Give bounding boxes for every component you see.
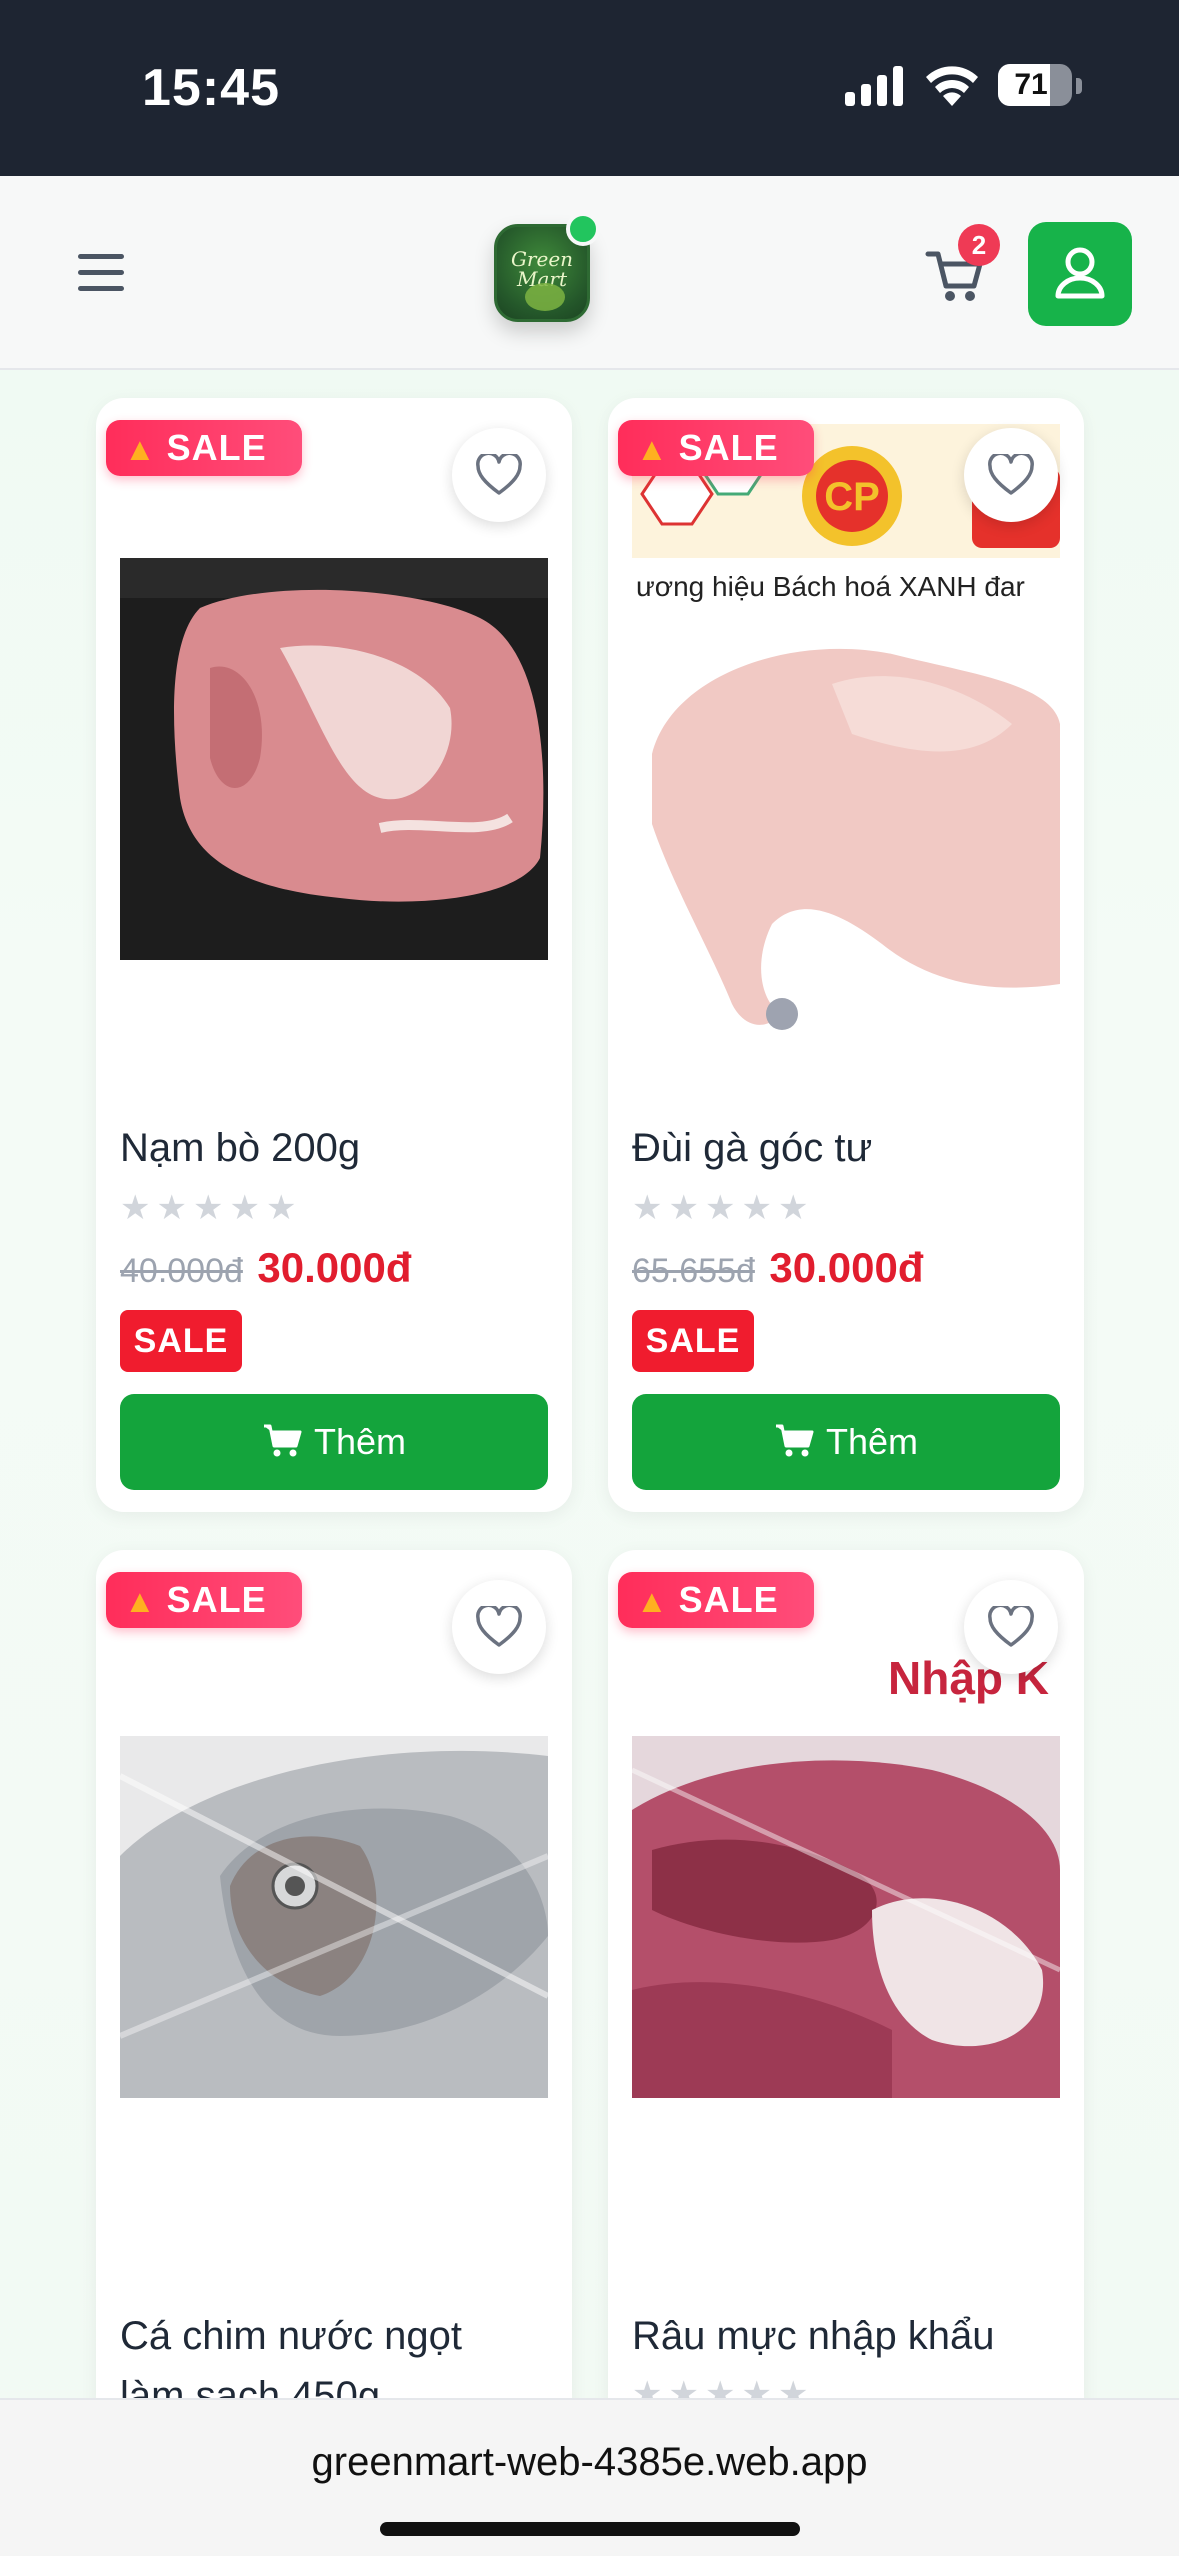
app-header: Green Mart [0,176,1179,370]
sale-tag: ▲ SALE [106,1572,302,1628]
squid-image: Nhập K [632,1652,1060,2098]
old-price: 65.655đ [632,1252,755,1290]
old-price: 40.000đ [120,1252,243,1290]
image-banner-text: ương hiệu Bách hoá XANH đar [636,571,1025,602]
browser-url-bar[interactable]: greenmart-web-4385e.web.app [0,2398,1179,2556]
product-name[interactable]: Nạm bò 200g [120,1118,560,1178]
beef-image [120,558,548,960]
star-icon: ★ [156,1189,187,1227]
star-icon: ★ [777,1189,809,1227]
cart-add-icon [263,1424,302,1457]
price-row: 65.655đ 30.000đ [632,1244,923,1294]
wifi-icon [926,66,978,106]
sale-chip: SALE [632,1310,754,1372]
rating-stars: ★ ★ ★ ★ ★ [120,1190,302,1226]
sale-price: 30.000đ [257,1244,412,1291]
online-indicator [566,212,600,246]
rating-stars: ★ ★ ★ ★ ★ [632,1190,814,1226]
heart-icon [988,1606,1034,1647]
cp-logo: CP [824,475,880,519]
sale-price: 30.000đ [769,1244,924,1291]
sale-tag: ▲ SALE [618,1572,814,1628]
fire-icon: ▲ [636,1583,669,1619]
cart-add-icon [775,1424,814,1457]
status-time: 15:45 [142,59,280,117]
leaf-icon [525,283,565,311]
logo-text-green: Green [510,247,574,271]
favorite-button[interactable] [964,1580,1058,1674]
product-image[interactable] [120,558,548,960]
home-indicator[interactable] [380,2522,800,2536]
price-row: 40.000đ 30.000đ [120,1244,411,1294]
add-to-cart-button[interactable]: Thêm [120,1394,548,1490]
product-name[interactable]: Râu mực nhập khẩu [632,2306,1072,2366]
menu-icon [78,254,124,259]
menu-button[interactable] [70,240,134,304]
url-text[interactable]: greenmart-web-4385e.web.app [0,2440,1179,2485]
battery-cap [1076,78,1082,94]
user-icon [1055,247,1105,299]
star-icon: ★ [668,1189,699,1227]
favorite-button[interactable] [964,428,1058,522]
product-card[interactable]: ▲ SALE Nạm bò 200g ★ ★ ★ ★ ★ 40.000đ 30.000đ … [96,398,572,1512]
profile-button[interactable] [1028,222,1132,326]
signal-icon [845,66,903,106]
sale-tag: ▲ SALE [106,420,302,476]
heart-icon [476,454,522,495]
cart-count-badge: 2 [958,224,1000,266]
fire-icon: ▲ [636,431,669,467]
favorite-button[interactable] [452,1580,546,1674]
product-name[interactable]: Đùi gà góc tư [632,1118,1072,1178]
sale-chip: SALE [120,1310,242,1372]
product-card[interactable]: ▲ SALE Cá chim nước ngọt làm sạch 450g [96,1550,572,2430]
product-image[interactable] [120,1736,548,2098]
product-image[interactable]: Nhập K [632,1610,1060,2112]
product-card[interactable]: ▲ SALE CP ương hiệu Bách hoá XANH đar Đùi… [608,398,1084,1512]
add-to-cart-button[interactable]: Thêm [632,1394,1060,1490]
star-icon: ★ [192,1189,224,1227]
star-icon: ★ [265,1189,297,1227]
status-bar: 15:45 71 [0,0,1179,176]
star-icon: ★ [741,1189,772,1227]
heart-icon [988,454,1034,495]
star-icon: ★ [704,1189,736,1227]
fire-icon: ▲ [124,431,157,467]
fire-icon: ▲ [124,1583,157,1619]
sale-tag: ▲ SALE [618,420,814,476]
fish-image [120,1736,548,2098]
favorite-button[interactable] [452,428,546,522]
star-icon: ★ [632,1189,663,1227]
battery-icon: 71 [998,64,1072,106]
battery-level: 71 [1014,68,1048,101]
heart-icon [476,1606,522,1647]
star-icon: ★ [229,1189,260,1227]
product-card[interactable]: ▲ SALE Nhập K Râu mực nhập khẩu ★ ★ ★ ★ ★ [608,1550,1084,2430]
star-icon: ★ [120,1189,151,1227]
